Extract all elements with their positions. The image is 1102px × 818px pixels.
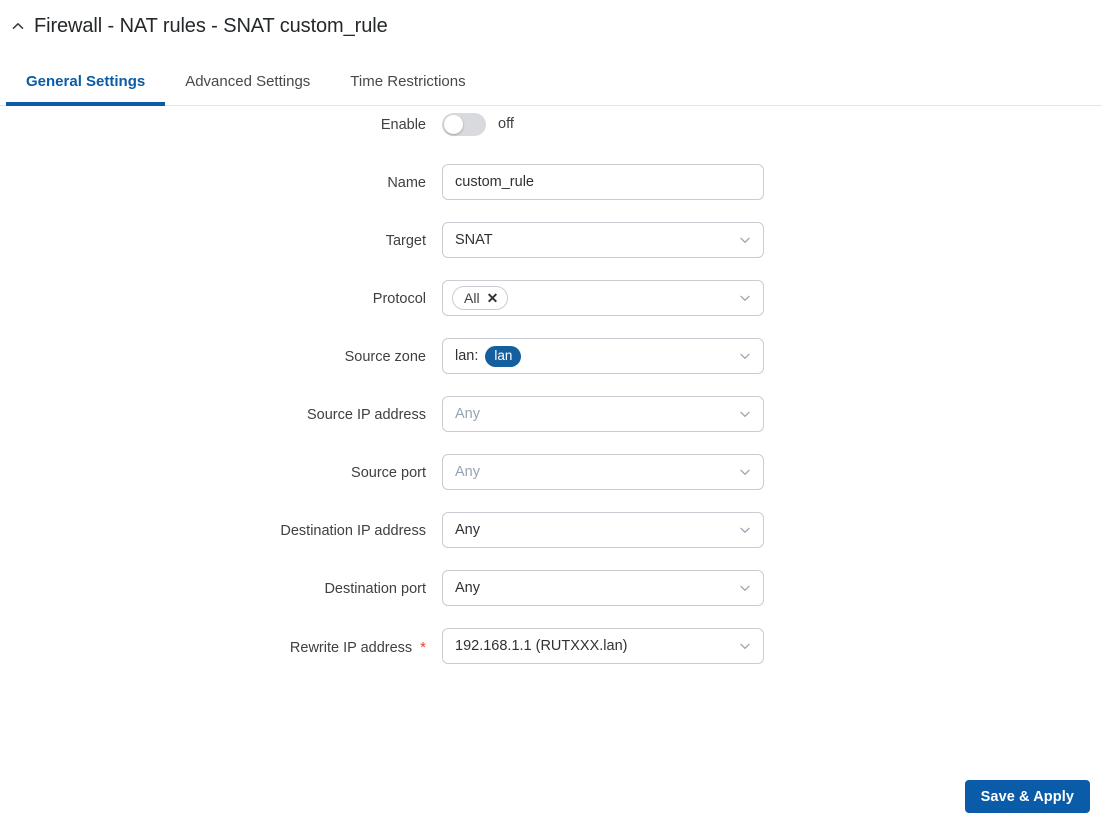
protocol-chip-all[interactable]: All ✕ xyxy=(452,286,509,310)
chevron-down-icon xyxy=(738,523,752,537)
source-port-field: Any xyxy=(442,454,764,490)
form-row-source-port: Source port Any xyxy=(0,454,1102,512)
source-port-label: Source port xyxy=(351,465,426,481)
destination-port-value: Any xyxy=(455,580,480,596)
source-port-placeholder: Any xyxy=(455,464,480,480)
source-zone-field: lan: lan xyxy=(442,338,764,374)
target-field: SNAT xyxy=(442,222,764,258)
form-row-source-ip: Source IP address Any xyxy=(0,396,1102,454)
form-row-enable: Enable off xyxy=(0,106,1102,164)
protocol-label: Protocol xyxy=(372,291,426,307)
required-asterisk: * xyxy=(420,639,426,656)
source-zone-badge: lan xyxy=(485,345,522,367)
chevron-down-icon xyxy=(738,349,752,363)
chevron-down-icon xyxy=(738,291,752,305)
source-ip-label: Source IP address xyxy=(306,407,426,423)
form-row-destination-ip: Destination IP address Any xyxy=(0,512,1102,570)
source-zone-label: Source zone xyxy=(344,349,426,365)
rewrite-ip-label-text: Rewrite IP address xyxy=(289,640,413,656)
protocol-field: All ✕ xyxy=(442,280,764,316)
chevron-down-icon xyxy=(738,407,752,421)
destination-ip-field: Any xyxy=(442,512,764,548)
page-header: Firewall - NAT rules - SNAT custom_rule xyxy=(0,0,1102,52)
source-ip-field: Any xyxy=(442,396,764,432)
tab-bar: General Settings Advanced Settings Time … xyxy=(0,58,1102,106)
form-footer: Save & Apply xyxy=(964,780,1090,813)
form-row-rewrite-ip: Rewrite IP address * 192.168.1.1 (RUTXXX.… xyxy=(0,628,1102,686)
target-select[interactable]: SNAT xyxy=(442,222,764,258)
chevron-down-icon xyxy=(738,639,752,653)
toggle-knob xyxy=(444,114,463,134)
nat-rule-settings-page: Firewall - NAT rules - SNAT custom_rule … xyxy=(0,0,1102,818)
chevron-down-icon xyxy=(738,581,752,595)
target-label: Target xyxy=(385,233,426,249)
chevron-down-icon xyxy=(738,465,752,479)
destination-port-select[interactable]: Any xyxy=(442,570,764,606)
form-row-destination-port: Destination port Any xyxy=(0,570,1102,628)
source-port-select[interactable]: Any xyxy=(442,454,764,490)
destination-ip-value: Any xyxy=(455,522,480,538)
enable-state-text: off xyxy=(498,116,514,132)
enable-field: off xyxy=(442,106,514,142)
enable-toggle[interactable] xyxy=(442,112,486,136)
close-icon[interactable]: ✕ xyxy=(487,291,499,305)
save-and-apply-button[interactable]: Save & Apply xyxy=(964,780,1090,813)
source-zone-select[interactable]: lan: lan xyxy=(442,338,764,374)
destination-ip-label: Destination IP address xyxy=(280,523,426,539)
chevron-down-icon xyxy=(738,233,752,247)
destination-port-field: Any xyxy=(442,570,764,606)
destination-port-label: Destination port xyxy=(324,581,426,597)
source-ip-placeholder: Any xyxy=(455,406,480,422)
rewrite-ip-field: 192.168.1.1 (RUTXXX.lan) xyxy=(442,628,764,664)
form-row-source-zone: Source zone lan: lan xyxy=(0,338,1102,396)
enable-label: Enable xyxy=(380,117,426,133)
name-input[interactable]: custom_rule xyxy=(442,164,764,200)
rewrite-ip-value: 192.168.1.1 (RUTXXX.lan) xyxy=(455,638,628,654)
form-row-target: Target SNAT xyxy=(0,222,1102,280)
page-title: Firewall - NAT rules - SNAT custom_rule xyxy=(34,14,388,37)
chevron-up-icon[interactable] xyxy=(8,16,28,36)
rewrite-ip-label: Rewrite IP address * xyxy=(0,628,426,656)
name-field: custom_rule xyxy=(442,164,764,200)
source-zone-prefix: lan: xyxy=(455,348,479,364)
source-ip-select[interactable]: Any xyxy=(442,396,764,432)
tab-time-restrictions[interactable]: Time Restrictions xyxy=(330,58,485,105)
general-settings-form: Enable off Name custom_rule Target SNAT xyxy=(0,106,1102,686)
target-value: SNAT xyxy=(455,232,493,248)
destination-ip-select[interactable]: Any xyxy=(442,512,764,548)
form-row-name: Name custom_rule xyxy=(0,164,1102,222)
protocol-multiselect[interactable]: All ✕ xyxy=(442,280,764,316)
protocol-chip-label: All xyxy=(464,290,480,306)
rewrite-ip-select[interactable]: 192.168.1.1 (RUTXXX.lan) xyxy=(442,628,764,664)
tab-advanced-settings[interactable]: Advanced Settings xyxy=(165,58,330,105)
tab-general-settings[interactable]: General Settings xyxy=(6,58,166,106)
name-label: Name xyxy=(387,175,426,191)
form-row-protocol: Protocol All ✕ xyxy=(0,280,1102,338)
